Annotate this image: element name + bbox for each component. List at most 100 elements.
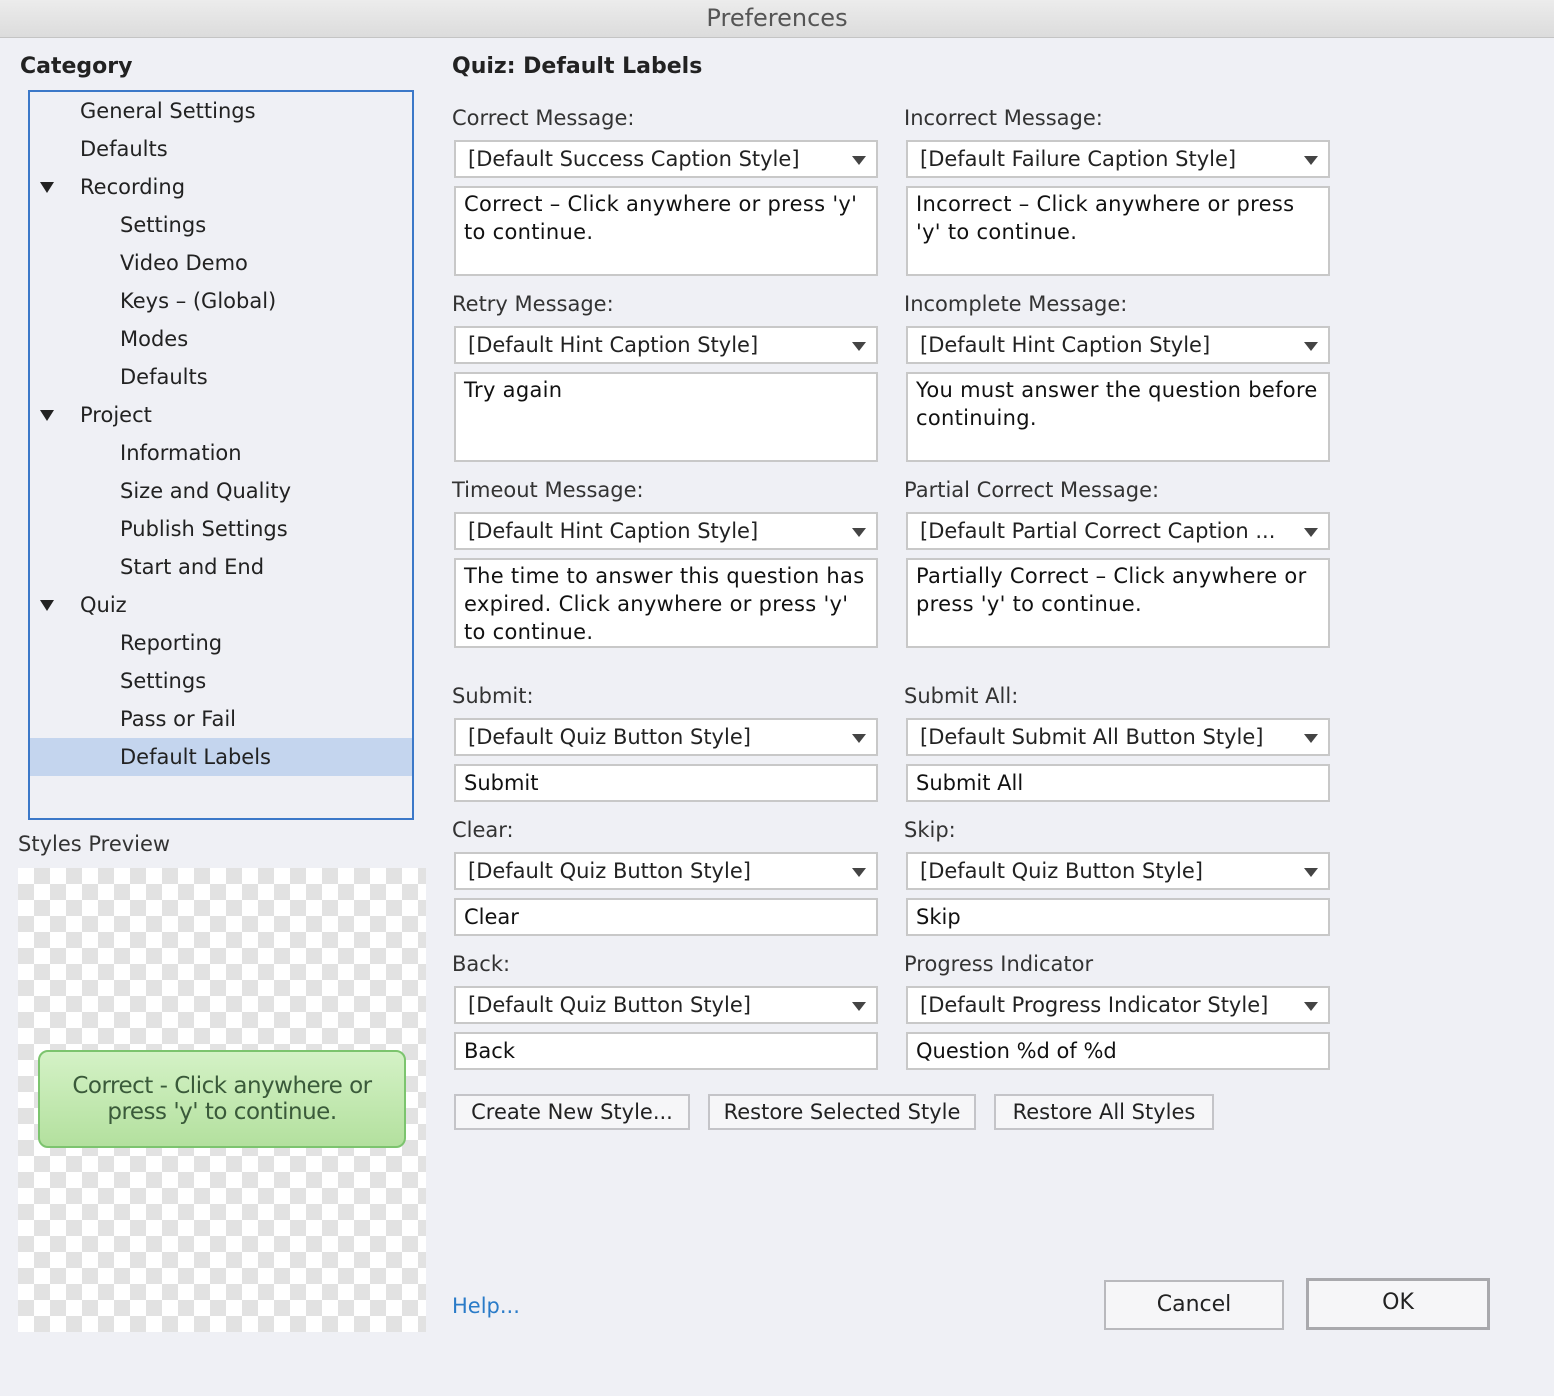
preview-caption: Correct - Click anywhere or press 'y' to…	[38, 1050, 406, 1148]
category-heading: Category	[20, 54, 133, 79]
progress-indicator-text-field[interactable]: Question %d of %d	[906, 1032, 1330, 1070]
tree-item-defaults[interactable]: Defaults	[30, 130, 412, 168]
disclosure-triangle-icon[interactable]	[40, 182, 54, 193]
window-titlebar: Preferences	[0, 0, 1554, 38]
chevron-down-icon	[1304, 1002, 1318, 1011]
tree-item-recording-settings[interactable]: Settings	[30, 206, 412, 244]
tree-item-label: Keys – (Global)	[120, 289, 277, 313]
panel-title: Quiz: Default Labels	[452, 54, 703, 79]
preview-caption-text: Correct - Click anywhere or press 'y' to…	[72, 1073, 372, 1125]
correct-message-style-select[interactable]: [Default Success Caption Style]	[454, 140, 878, 178]
tree-item-general-settings[interactable]: General Settings	[30, 92, 412, 130]
tree-item-label: Defaults	[120, 365, 208, 389]
submit-all-text-field[interactable]: Submit All	[906, 764, 1330, 802]
tree-item-quiz[interactable]: Quiz	[30, 586, 412, 624]
tree-item-label: Pass or Fail	[120, 707, 236, 731]
ok-button[interactable]: OK	[1306, 1278, 1490, 1330]
skip-style-select[interactable]: [Default Quiz Button Style]	[906, 852, 1330, 890]
select-value: [Default Failure Caption Style]	[920, 147, 1237, 171]
tree-item-recording-defaults[interactable]: Defaults	[30, 358, 412, 396]
retry-message-label: Retry Message:	[452, 292, 614, 316]
select-value: [Default Quiz Button Style]	[468, 993, 751, 1017]
chevron-down-icon	[852, 528, 866, 537]
chevron-down-icon	[1304, 342, 1318, 351]
tree-item-label: Start and End	[120, 555, 265, 579]
tree-item-reporting[interactable]: Reporting	[30, 624, 412, 662]
select-value: [Default Partial Correct Caption ...	[920, 519, 1276, 543]
select-value: [Default Success Caption Style]	[468, 147, 800, 171]
chevron-down-icon	[852, 156, 866, 165]
tree-item-start-and-end[interactable]: Start and End	[30, 548, 412, 586]
tree-item-project[interactable]: Project	[30, 396, 412, 434]
styles-preview-canvas: Correct - Click anywhere or press 'y' to…	[18, 868, 426, 1332]
progress-indicator-style-select[interactable]: [Default Progress Indicator Style]	[906, 986, 1330, 1024]
restore-all-styles-button[interactable]: Restore All Styles	[994, 1094, 1214, 1130]
tree-item-video-demo[interactable]: Video Demo	[30, 244, 412, 282]
styles-preview-heading: Styles Preview	[18, 832, 171, 856]
tree-item-label: Settings	[120, 669, 207, 693]
tree-item-information[interactable]: Information	[30, 434, 412, 472]
tree-item-label: Modes	[120, 327, 189, 351]
create-new-style-button[interactable]: Create New Style...	[454, 1094, 690, 1130]
disclosure-triangle-icon[interactable]	[40, 410, 54, 421]
incorrect-message-style-select[interactable]: [Default Failure Caption Style]	[906, 140, 1330, 178]
tree-item-label: Information	[120, 441, 242, 465]
tree-item-size-and-quality[interactable]: Size and Quality	[30, 472, 412, 510]
tree-item-quiz-settings[interactable]: Settings	[30, 662, 412, 700]
disclosure-triangle-icon[interactable]	[40, 600, 54, 611]
partial-correct-message-style-select[interactable]: [Default Partial Correct Caption ...	[906, 512, 1330, 550]
clear-style-select[interactable]: [Default Quiz Button Style]	[454, 852, 878, 890]
partial-correct-message-text[interactable]: Partially Correct – Click anywhere or pr…	[906, 558, 1330, 648]
chevron-down-icon	[852, 342, 866, 351]
tree-item-pass-or-fail[interactable]: Pass or Fail	[30, 700, 412, 738]
tree-item-label: General Settings	[80, 99, 256, 123]
window-title: Preferences	[706, 4, 848, 32]
category-tree[interactable]: General Settings Defaults Recording Sett…	[28, 90, 414, 820]
skip-text-field[interactable]: Skip	[906, 898, 1330, 936]
select-value: [Default Progress Indicator Style]	[920, 993, 1269, 1017]
retry-message-style-select[interactable]: [Default Hint Caption Style]	[454, 326, 878, 364]
submit-text-field[interactable]: Submit	[454, 764, 878, 802]
help-link[interactable]: Help...	[452, 1294, 520, 1318]
tree-item-label: Default Labels	[120, 745, 271, 769]
clear-text-field[interactable]: Clear	[454, 898, 878, 936]
retry-message-text[interactable]: Try again	[454, 372, 878, 462]
timeout-message-text[interactable]: The time to answer this question has exp…	[454, 558, 878, 648]
chevron-down-icon	[852, 868, 866, 877]
tree-item-label: Recording	[80, 175, 186, 199]
back-style-select[interactable]: [Default Quiz Button Style]	[454, 986, 878, 1024]
tree-item-label: Video Demo	[120, 251, 248, 275]
incorrect-message-text[interactable]: Incorrect – Click anywhere or press 'y' …	[906, 186, 1330, 276]
chevron-down-icon	[1304, 868, 1318, 877]
select-value: [Default Hint Caption Style]	[920, 333, 1211, 357]
tree-item-label: Quiz	[80, 593, 127, 617]
select-value: [Default Submit All Button Style]	[920, 725, 1264, 749]
chevron-down-icon	[852, 1002, 866, 1011]
correct-message-text[interactable]: Correct – Click anywhere or press 'y' to…	[454, 186, 878, 276]
timeout-message-label: Timeout Message:	[452, 478, 644, 502]
tree-item-publish-settings[interactable]: Publish Settings	[30, 510, 412, 548]
incomplete-message-text[interactable]: You must answer the question before cont…	[906, 372, 1330, 462]
chevron-down-icon	[852, 734, 866, 743]
tree-item-modes[interactable]: Modes	[30, 320, 412, 358]
submit-all-style-select[interactable]: [Default Submit All Button Style]	[906, 718, 1330, 756]
restore-selected-style-button[interactable]: Restore Selected Style	[708, 1094, 976, 1130]
incorrect-message-label: Incorrect Message:	[904, 106, 1103, 130]
incomplete-message-style-select[interactable]: [Default Hint Caption Style]	[906, 326, 1330, 364]
back-text-field[interactable]: Back	[454, 1032, 878, 1070]
partial-correct-message-label: Partial Correct Message:	[904, 478, 1160, 502]
tree-item-label: Reporting	[120, 631, 223, 655]
timeout-message-style-select[interactable]: [Default Hint Caption Style]	[454, 512, 878, 550]
submit-all-label: Submit All:	[904, 684, 1019, 708]
skip-label: Skip:	[904, 818, 956, 842]
tree-item-label: Project	[80, 403, 152, 427]
clear-label: Clear:	[452, 818, 514, 842]
submit-style-select[interactable]: [Default Quiz Button Style]	[454, 718, 878, 756]
tree-item-keys-global[interactable]: Keys – (Global)	[30, 282, 412, 320]
cancel-button[interactable]: Cancel	[1104, 1280, 1284, 1330]
correct-message-label: Correct Message:	[452, 106, 635, 130]
tree-item-recording[interactable]: Recording	[30, 168, 412, 206]
tree-item-default-labels[interactable]: Default Labels	[30, 738, 412, 776]
select-value: [Default Quiz Button Style]	[920, 859, 1203, 883]
incomplete-message-label: Incomplete Message:	[904, 292, 1128, 316]
